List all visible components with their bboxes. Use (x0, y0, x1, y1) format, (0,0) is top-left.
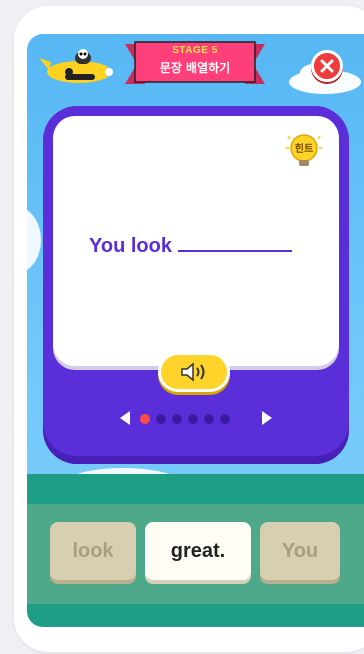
word-tile-text: great. (170, 539, 226, 562)
stage-label: STAGE 5 (172, 45, 218, 56)
page-dot[interactable] (172, 414, 182, 424)
word-tray-inner: look great. You (27, 504, 364, 604)
word-tile-text: You (281, 539, 319, 562)
sentence-text: You look (89, 232, 292, 258)
page-dot[interactable] (188, 414, 198, 424)
airplane-icon (39, 49, 113, 83)
prev-arrow-icon[interactable] (118, 410, 132, 426)
sentence-prefix: You look (89, 235, 172, 257)
question-card: 힌트 You look (53, 116, 339, 366)
header: STAGE 5 문장 배열하기 (27, 34, 364, 96)
next-arrow-icon[interactable] (260, 410, 274, 426)
answer-blank (177, 232, 292, 252)
word-tray: look great. You (27, 474, 364, 627)
word-tile[interactable]: great. (145, 522, 251, 580)
hint-label: 힌트 (294, 144, 314, 155)
word-tile-text: look (72, 539, 114, 562)
question-card-frame: 힌트 You look (43, 106, 349, 464)
close-button[interactable] (311, 50, 343, 82)
page-dot[interactable] (156, 414, 166, 424)
hint-button[interactable]: 힌트 (284, 130, 324, 170)
page-dot[interactable] (140, 414, 150, 424)
page-indicator (118, 406, 274, 430)
activity-title: 문장 배열하기 (159, 61, 231, 75)
page-dot[interactable] (204, 414, 214, 424)
game-screen: STAGE 5 문장 배열하기 힌트 You look look great. … (27, 34, 364, 627)
close-icon (320, 59, 334, 73)
speaker-icon (181, 362, 205, 382)
page-dot[interactable] (220, 414, 230, 424)
audio-play-button[interactable] (158, 352, 230, 392)
word-tile[interactable]: You (260, 522, 340, 580)
word-tile[interactable]: look (50, 522, 136, 580)
stage-banner: STAGE 5 문장 배열하기 (125, 40, 265, 88)
